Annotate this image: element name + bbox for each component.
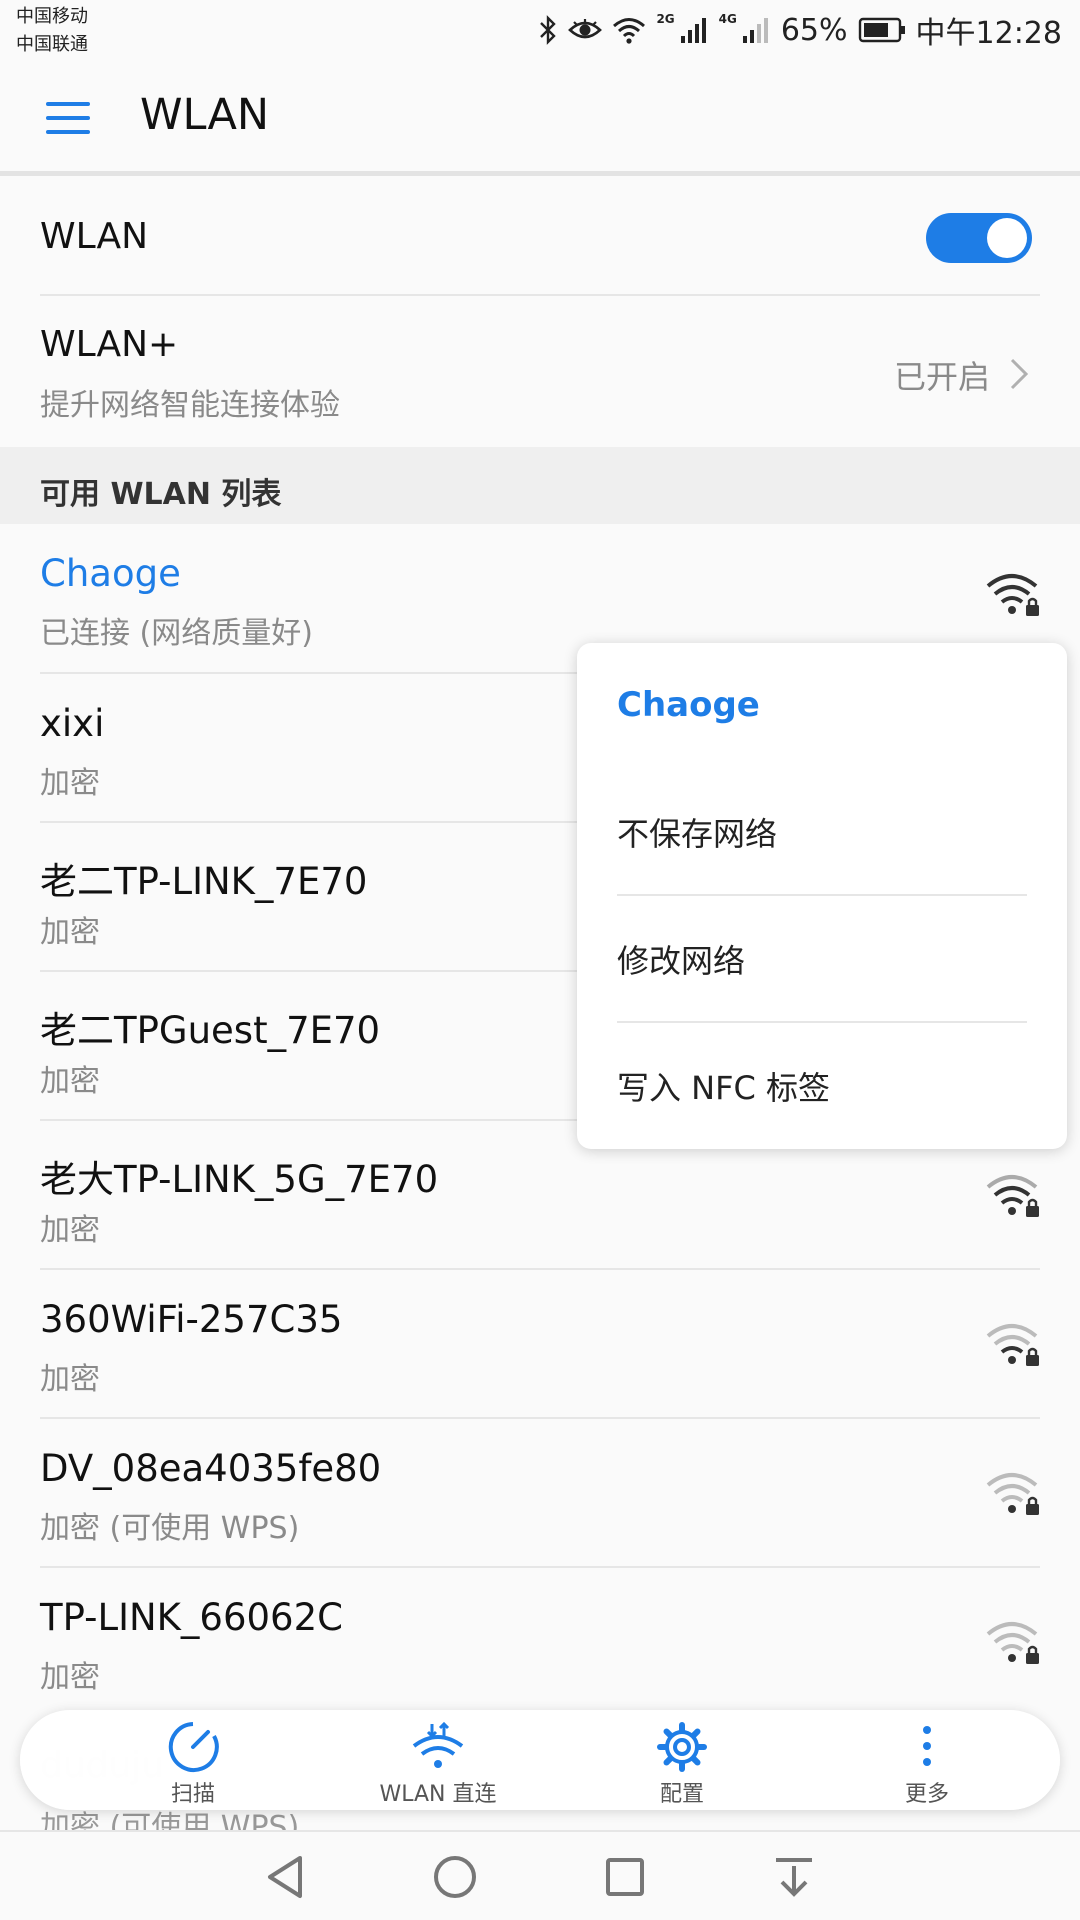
notification-pulldown-icon[interactable] bbox=[764, 1850, 824, 1904]
wlan-plus-status: 已开启 bbox=[893, 358, 990, 396]
scan-button[interactable]: 扫描 bbox=[83, 1710, 303, 1810]
carrier-1: 中国移动 bbox=[16, 6, 88, 27]
network-context-menu: Chaoge 不保存网络 修改网络 写入 NFC 标签 bbox=[577, 643, 1067, 1149]
sim2-network-label: 4G bbox=[718, 12, 737, 26]
wifi-locked-icon bbox=[986, 1473, 1039, 1515]
network-item[interactable]: 360WiFi-257C35 加密 bbox=[0, 1270, 1080, 1418]
wifi-locked-icon bbox=[986, 1622, 1039, 1664]
context-menu-title: Chaoge bbox=[617, 685, 760, 725]
network-status: 已连接 (网络质量好) bbox=[40, 616, 313, 651]
network-name: xixi bbox=[40, 702, 105, 745]
scan-icon bbox=[168, 1722, 219, 1772]
modify-network-item[interactable]: 修改网络 bbox=[617, 896, 1029, 1022]
status-bar: 中国移动 中国联通 2G 4G 65% 中午12:28 bbox=[0, 0, 1080, 60]
sim1-network-label: 2G bbox=[656, 12, 675, 26]
network-name: Chaoge bbox=[40, 552, 181, 595]
signal-sim2-icon bbox=[741, 16, 771, 44]
gear-icon bbox=[657, 1722, 707, 1772]
wifi-locked-icon bbox=[986, 1175, 1039, 1217]
menu-item-label: 不保存网络 bbox=[617, 815, 778, 853]
network-status: 加密 bbox=[40, 766, 100, 801]
wifi-locked-icon bbox=[986, 574, 1039, 616]
configure-label: 配置 bbox=[659, 1782, 704, 1807]
configure-button[interactable]: 配置 bbox=[572, 1710, 792, 1810]
signal-sim1-icon bbox=[679, 16, 709, 44]
wifi-direct-icon bbox=[412, 1721, 464, 1768]
more-icon bbox=[923, 1726, 931, 1766]
network-status: 加密 bbox=[40, 915, 100, 950]
network-name: 老二TP-LINK_7E70 bbox=[40, 860, 368, 903]
menu-icon[interactable] bbox=[44, 98, 96, 138]
network-name: DV_08ea4035fe80 bbox=[40, 1447, 382, 1490]
menu-item-label: 修改网络 bbox=[617, 942, 746, 980]
home-icon[interactable] bbox=[425, 1850, 485, 1904]
app-bar: WLAN bbox=[0, 60, 1080, 176]
wlan-toggle[interactable] bbox=[926, 213, 1032, 263]
network-status: 加密 (可使用 WPS) bbox=[40, 1511, 300, 1546]
network-status: 加密 bbox=[40, 1362, 100, 1397]
system-nav-bar bbox=[0, 1830, 1080, 1920]
forget-network-item[interactable]: 不保存网络 bbox=[617, 769, 1029, 895]
network-name: 老大TP-LINK_5G_7E70 bbox=[40, 1158, 439, 1201]
write-nfc-tag-item[interactable]: 写入 NFC 标签 bbox=[617, 1023, 1029, 1149]
wlan-settings-screen: 中国移动 中国联通 2G 4G 65% 中午12:28 WLAN WLAN WL… bbox=[0, 0, 1080, 1920]
bottom-toolbar: 扫描 WLAN 直连 配置 更多 bbox=[20, 1710, 1060, 1810]
network-name: 老二TPGuest_7E70 bbox=[40, 1009, 381, 1052]
network-status: 加密 bbox=[40, 1064, 100, 1099]
section-header: 可用 WLAN 列表 bbox=[0, 447, 1080, 524]
battery-percent: 65% bbox=[780, 12, 848, 48]
carrier-2: 中国联通 bbox=[16, 34, 88, 55]
status-icons: 2G 4G 65% 中午12:28 bbox=[538, 8, 1062, 52]
wifi-direct-label: WLAN 直连 bbox=[379, 1782, 497, 1807]
clock: 中午12:28 bbox=[915, 16, 1062, 51]
section-header-label: 可用 WLAN 列表 bbox=[40, 477, 282, 512]
wifi-status-icon bbox=[612, 16, 646, 44]
wifi-locked-icon bbox=[986, 1324, 1039, 1366]
chevron-right-icon bbox=[1010, 358, 1029, 390]
bluetooth-icon bbox=[538, 15, 558, 45]
recents-icon[interactable] bbox=[595, 1850, 655, 1904]
more-button[interactable]: 更多 bbox=[817, 1710, 1037, 1810]
network-status: 加密 bbox=[40, 1213, 100, 1248]
network-name: 360WiFi-257C35 bbox=[40, 1298, 343, 1341]
wlan-plus-title: WLAN+ bbox=[40, 324, 179, 365]
wlan-plus-subtitle: 提升网络智能连接体验 bbox=[40, 388, 340, 423]
wifi-direct-button[interactable]: WLAN 直连 bbox=[328, 1710, 548, 1810]
eye-comfort-icon bbox=[568, 18, 603, 42]
page-title: WLAN bbox=[140, 90, 270, 140]
scan-label: 扫描 bbox=[170, 1782, 215, 1807]
network-status: 加密 bbox=[40, 1660, 100, 1695]
back-icon[interactable] bbox=[256, 1850, 316, 1904]
battery-icon bbox=[858, 17, 906, 43]
network-name: TP-LINK_66062C bbox=[40, 1596, 343, 1639]
menu-item-label: 写入 NFC 标签 bbox=[617, 1069, 831, 1107]
network-item[interactable]: DV_08ea4035fe80 加密 (可使用 WPS) bbox=[0, 1419, 1080, 1567]
more-label: 更多 bbox=[904, 1782, 949, 1807]
network-item[interactable]: TP-LINK_66062C 加密 bbox=[0, 1568, 1080, 1716]
wlan-label: WLAN bbox=[40, 216, 149, 257]
